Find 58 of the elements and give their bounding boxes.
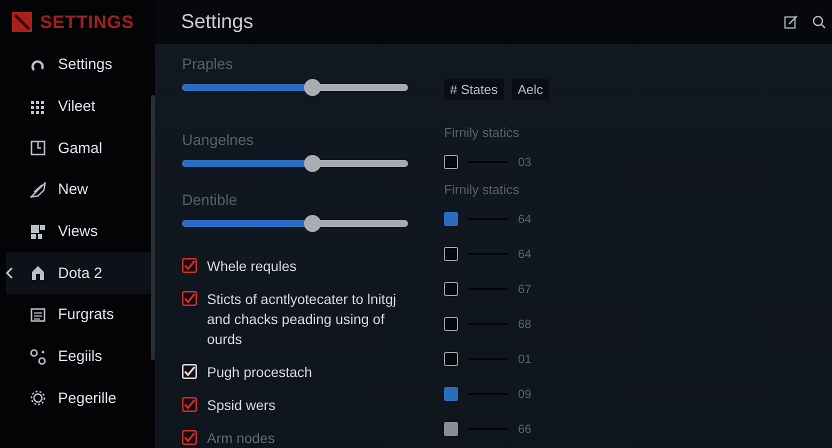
slider[interactable] [182, 79, 408, 96]
checkbox[interactable] [444, 246, 458, 260]
option-value: 64 [518, 246, 532, 260]
sidebar-item[interactable]: Settings [0, 44, 155, 86]
grid-icon [30, 98, 46, 115]
sidebar-item[interactable]: Eegiils [0, 336, 155, 378]
option-value: 09 [518, 386, 532, 400]
sidebar-item[interactable]: New [0, 169, 155, 211]
edit-icon[interactable] [784, 15, 798, 29]
group-label: Firnily statics [444, 124, 520, 142]
checkbox[interactable] [182, 258, 197, 273]
slider-label: Praples [182, 56, 234, 73]
slider[interactable] [182, 155, 408, 172]
checkbox[interactable] [444, 352, 458, 366]
sidebar-item[interactable]: Pegerille [0, 378, 155, 420]
tiles-icon [30, 224, 46, 240]
slider-thumb[interactable] [304, 155, 322, 172]
option-value: 68 [518, 316, 532, 330]
frame-icon [30, 140, 46, 156]
sidebar-item[interactable]: Gamal [0, 127, 155, 170]
feather-icon [30, 182, 46, 198]
checkbox[interactable] [444, 154, 458, 168]
option-value: 03 [518, 154, 532, 168]
checkbox[interactable] [444, 212, 458, 226]
search-icon[interactable] [812, 15, 826, 29]
checkbox-label: Pugh procestach [207, 363, 312, 382]
option-value: 67 [518, 282, 532, 296]
option-value: 01 [518, 352, 532, 366]
checkbox[interactable] [444, 316, 458, 330]
slider-label: Dentible [182, 192, 238, 209]
slider-label: Uangelnes [182, 132, 255, 149]
checkbox[interactable] [182, 397, 197, 412]
chevron-icon [6, 267, 13, 280]
sidebar-item[interactable]: Furgrats [0, 294, 155, 336]
dots-icon [30, 348, 46, 365]
option-value: 64 [518, 212, 532, 226]
logo-icon [12, 12, 32, 32]
tag-chip[interactable]: Aelc [512, 79, 549, 100]
slider-thumb[interactable] [304, 79, 322, 96]
logo-text: SETTINGS [40, 12, 134, 32]
home-icon [30, 265, 46, 282]
sidebar-item[interactable]: Vileet [0, 86, 155, 128]
tag-chip[interactable]: # States [444, 79, 504, 100]
option-value: 66 [518, 422, 532, 436]
sidebar-item[interactable]: Views [0, 210, 155, 252]
checkbox-label: Whele requles [207, 257, 296, 276]
checkbox-label: Arm nodes [207, 429, 275, 448]
page-title: Settings [181, 10, 254, 34]
checkbox-label: Spsid wers [207, 396, 276, 415]
checkbox[interactable] [182, 291, 197, 306]
group-label: Firnily statics [444, 181, 520, 199]
checkbox[interactable] [444, 386, 458, 400]
checkbox-label: Sticts of acntlyotecater to lnitgj and chacks peading using of ourds [207, 290, 398, 349]
gear-icon [30, 390, 46, 406]
checkbox[interactable] [444, 282, 458, 296]
slider[interactable] [182, 215, 408, 232]
document-icon [30, 306, 46, 323]
slider-thumb[interactable] [304, 215, 322, 232]
